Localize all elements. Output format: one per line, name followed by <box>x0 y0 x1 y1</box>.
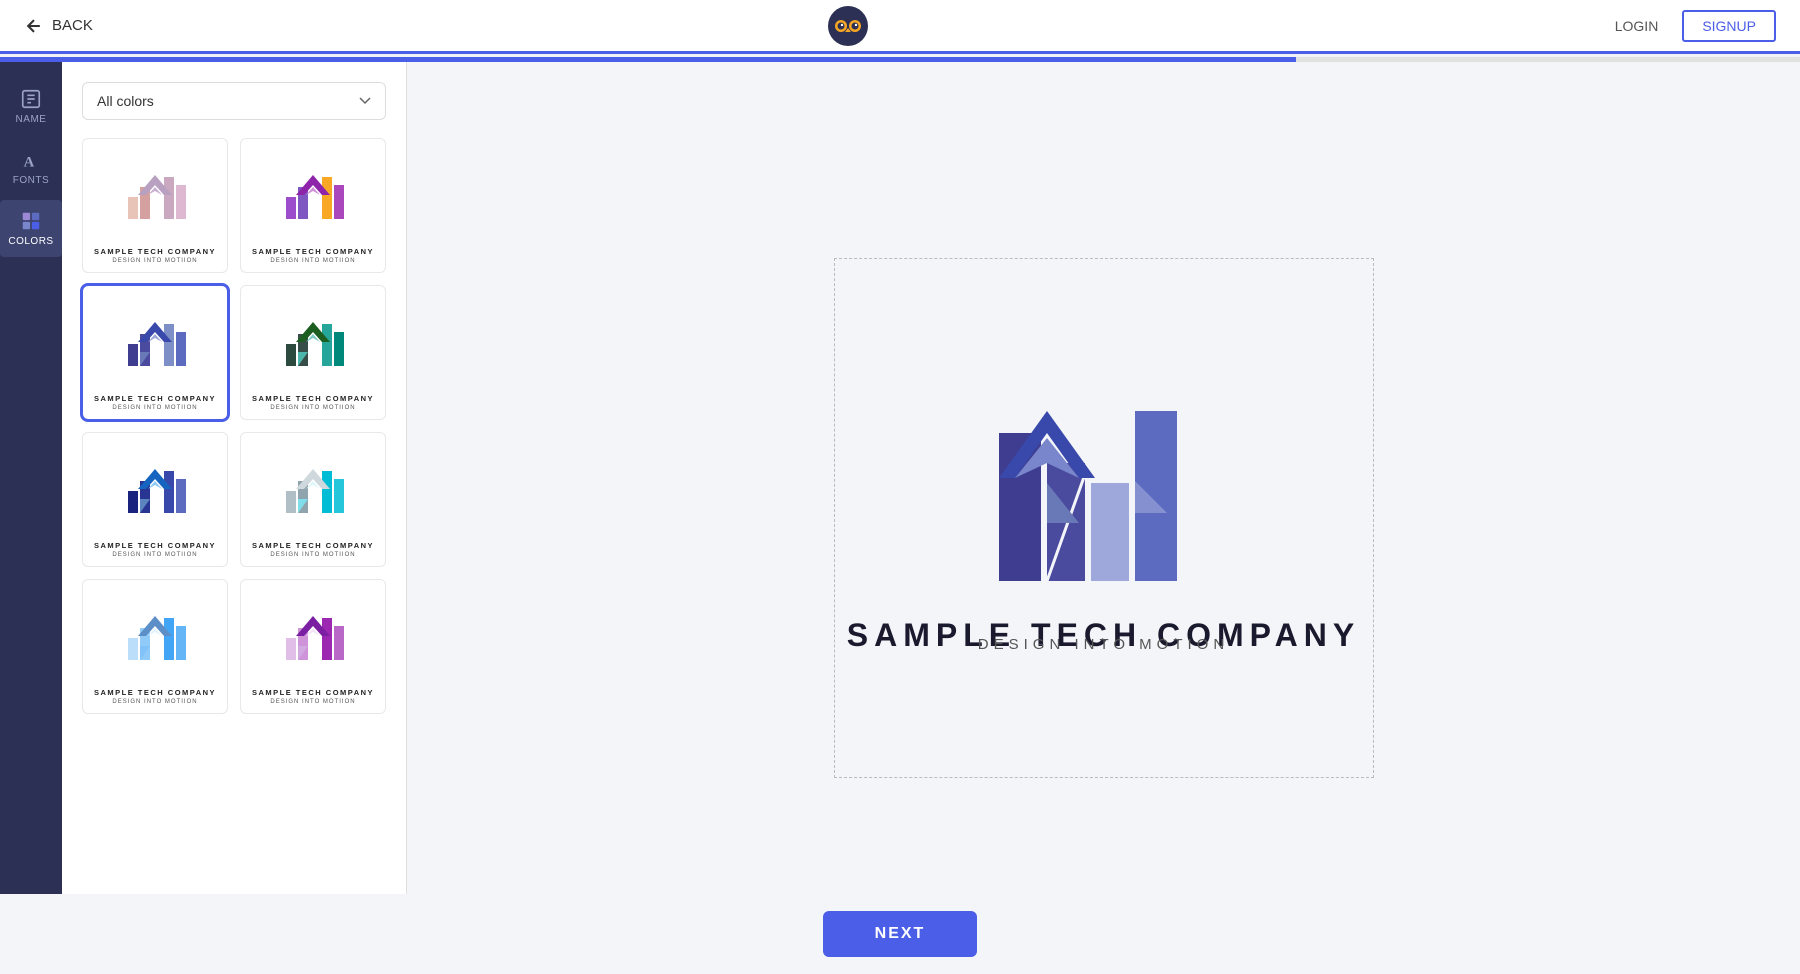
logo-card-1-name: SAMPLE TECH COMPANY <box>94 247 216 256</box>
sidebar-item-name[interactable]: NAME <box>0 78 62 135</box>
sidebar-item-fonts[interactable]: A FONTS <box>0 139 62 196</box>
logo-card-4[interactable]: SAMPLE TECH COMPANY DESIGN INTO MOTIION <box>240 285 386 420</box>
logo-card-7[interactable]: SAMPLE TECH COMPANY DESIGN INTO MOTIION <box>82 579 228 714</box>
logo-card-4-tagline: DESIGN INTO MOTIION <box>270 405 355 411</box>
logo-card-1-img <box>91 151 219 241</box>
sidebar-fonts-label: FONTS <box>13 175 49 186</box>
logo-card-8-name: SAMPLE TECH COMPANY <box>252 688 374 697</box>
logo-card-5-img <box>91 445 219 535</box>
logo-card-6-tagline: DESIGN INTO MOTIION <box>270 552 355 558</box>
logo-card-8-img <box>249 592 377 682</box>
preview-content: SAMPLE TECH COMPANY DESIGN INTO MOTION <box>834 258 1374 778</box>
colors-icon <box>20 210 42 232</box>
logo-card-8-tagline: DESIGN INTO MOTIION <box>270 699 355 705</box>
logo-card-1[interactable]: SAMPLE TECH COMPANY DESIGN INTO MOTIION <box>82 138 228 273</box>
sidebar-colors-label: COLORS <box>8 236 53 247</box>
progress-bar <box>0 57 1800 62</box>
logo-variant-1-icon <box>120 167 190 225</box>
svg-text:A: A <box>24 154 35 170</box>
logo-card-6[interactable]: SAMPLE TECH COMPANY DESIGN INTO MOTIION <box>240 432 386 567</box>
logo-card-5-tagline: DESIGN INTO MOTIION <box>112 552 197 558</box>
logo-variant-2-icon <box>278 167 348 225</box>
logo-card-7-tagline: DESIGN INTO MOTIION <box>112 699 197 705</box>
logo-card-8[interactable]: SAMPLE TECH COMPANY DESIGN INTO MOTIION <box>240 579 386 714</box>
logo-variant-3-icon <box>120 314 190 372</box>
sidebar-item-colors[interactable]: COLORS <box>0 200 62 257</box>
sidebar-name-label: NAME <box>16 114 47 125</box>
sidebar: NAME A FONTS COLORS <box>0 62 62 974</box>
logo-card-3-img <box>91 298 219 388</box>
logo-variant-8-icon <box>278 608 348 666</box>
top-nav: BACK LOGIN SIGNUP <box>0 0 1800 54</box>
color-filter-select[interactable]: All colors Blue Purple Green Red Monochr… <box>82 82 386 120</box>
progress-fill <box>0 57 1296 62</box>
name-icon <box>20 88 42 110</box>
logo-variant-4-icon <box>278 314 348 372</box>
logo-grid: SAMPLE TECH COMPANY DESIGN INTO MOTIION … <box>82 138 386 714</box>
logo-card-3[interactable]: SAMPLE TECH COMPANY DESIGN INTO MOTIION <box>82 285 228 420</box>
login-button[interactable]: LOGIN <box>1603 12 1671 40</box>
logo-card-4-img <box>249 298 377 388</box>
back-label: BACK <box>52 17 93 34</box>
logo-card-2-tagline: DESIGN INTO MOTIION <box>270 258 355 264</box>
logo-card-2-img <box>249 151 377 241</box>
logo-card-3-tagline: DESIGN INTO MOTIION <box>112 405 197 411</box>
preview-canvas: SAMPLE TECH COMPANY DESIGN INTO MOTION <box>814 238 1394 798</box>
logo-variant-6-icon <box>278 461 348 519</box>
next-button[interactable]: NEXT <box>823 911 978 957</box>
bottom-bar: NEXT <box>0 894 1800 974</box>
logo-card-5[interactable]: SAMPLE TECH COMPANY DESIGN INTO MOTIION <box>82 432 228 567</box>
logo-card-5-name: SAMPLE TECH COMPANY <box>94 541 216 550</box>
preview-logo-mark <box>989 383 1219 583</box>
app-logo <box>826 4 870 48</box>
fonts-icon: A <box>20 149 42 171</box>
logo-variant-5-icon <box>120 461 190 519</box>
logo-card-7-name: SAMPLE TECH COMPANY <box>94 688 216 697</box>
logo-card-2[interactable]: SAMPLE TECH COMPANY DESIGN INTO MOTIION <box>240 138 386 273</box>
logo-card-6-img <box>249 445 377 535</box>
logo-card-6-name: SAMPLE TECH COMPANY <box>252 541 374 550</box>
logo-card-7-img <box>91 592 219 682</box>
filter-row: All colors Blue Purple Green Red Monochr… <box>82 82 386 120</box>
nav-actions: LOGIN SIGNUP <box>1603 10 1776 42</box>
logo-variant-7-icon <box>120 608 190 666</box>
logo-card-2-name: SAMPLE TECH COMPANY <box>252 247 374 256</box>
main-preview: SAMPLE TECH COMPANY DESIGN INTO MOTION <box>407 62 1800 974</box>
left-panel: All colors Blue Purple Green Red Monochr… <box>62 62 407 974</box>
back-icon <box>24 16 44 36</box>
signup-button[interactable]: SIGNUP <box>1682 10 1776 42</box>
back-button[interactable]: BACK <box>24 16 93 36</box>
logo-card-4-name: SAMPLE TECH COMPANY <box>252 394 374 403</box>
logo-card-3-name: SAMPLE TECH COMPANY <box>94 394 216 403</box>
brand-logo-icon <box>826 4 870 48</box>
logo-card-1-tagline: DESIGN INTO MOTIION <box>112 258 197 264</box>
